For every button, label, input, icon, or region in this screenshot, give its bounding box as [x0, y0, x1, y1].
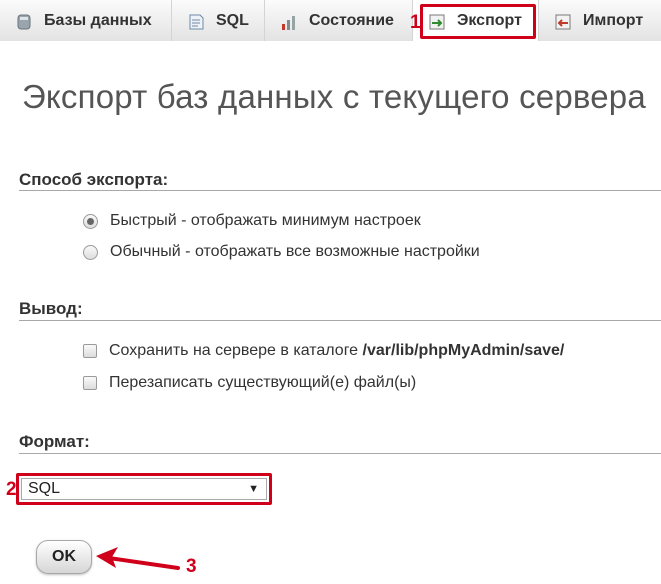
annotation-number-2: 2	[6, 479, 17, 500]
radio-quick-label[interactable]: Быстрый - отображать минимум настроек	[110, 212, 421, 230]
chevron-down-icon: ▼	[248, 483, 259, 495]
tab-label: SQL	[216, 11, 249, 29]
section-title-export-method: Способ экспорта:	[19, 170, 169, 189]
tab-label: Состояние	[309, 11, 394, 29]
tab-import[interactable]: Импорт	[539, 0, 661, 41]
annotation-number-1: 1	[410, 12, 421, 33]
annotation-box-export-tab	[420, 4, 536, 39]
checkbox-save-label[interactable]: Сохранить на сервере в каталоге /var/lib…	[109, 342, 564, 360]
checkbox-save-on-server[interactable]	[83, 344, 97, 358]
section-title-output: Вывод:	[19, 299, 83, 318]
ok-button[interactable]: OK	[36, 540, 92, 574]
database-icon	[14, 12, 34, 30]
radio-quick[interactable]	[83, 213, 98, 229]
sql-icon	[186, 12, 206, 30]
tab-label: Базы данных	[44, 11, 152, 29]
tab-label: Импорт	[583, 11, 644, 29]
save-label-prefix: Сохранить на сервере в каталоге	[109, 342, 363, 359]
annotation-number-3: 3	[186, 556, 197, 577]
section-title-format: Формат:	[19, 432, 90, 451]
tab-bar: Базы данных SQL Состояние Экспорт Импорт	[0, 0, 661, 41]
checkbox-overwrite-label[interactable]: Перезаписать существующий(е) файл(ы)	[109, 374, 416, 392]
format-select-value: SQL	[28, 480, 61, 497]
radio-custom[interactable]	[83, 244, 98, 260]
status-icon	[279, 12, 299, 30]
checkbox-overwrite[interactable]	[83, 376, 97, 390]
tab-databases[interactable]: Базы данных	[0, 0, 172, 41]
section-divider	[19, 320, 661, 321]
tab-status[interactable]: Состояние	[265, 0, 413, 41]
import-icon	[553, 12, 573, 30]
save-path: /var/lib/phpMyAdmin/save/	[362, 342, 565, 359]
radio-option-custom[interactable]: Обычный - отображать все возможные настр…	[83, 243, 480, 261]
checkbox-option-overwrite[interactable]: Перезаписать существующий(е) файл(ы)	[83, 374, 416, 392]
radio-option-quick[interactable]: Быстрый - отображать минимум настроек	[83, 212, 421, 230]
page-title: Экспорт баз данных с текущего сервера	[22, 78, 646, 115]
format-select[interactable]: SQL ▼	[21, 478, 267, 500]
section-divider	[19, 453, 661, 454]
radio-custom-label[interactable]: Обычный - отображать все возможные настр…	[110, 243, 480, 261]
section-divider	[19, 190, 661, 191]
checkbox-option-save-on-server[interactable]: Сохранить на сервере в каталоге /var/lib…	[83, 342, 564, 360]
tab-sql[interactable]: SQL	[172, 0, 265, 41]
